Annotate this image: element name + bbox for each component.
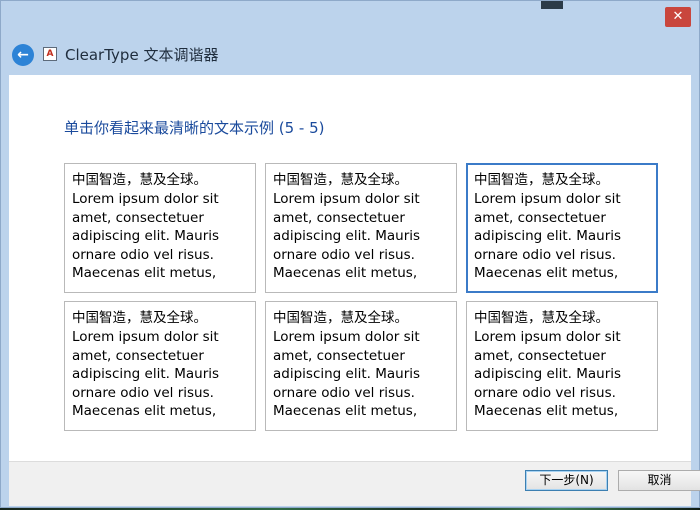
background-window-edge — [541, 1, 563, 9]
cleartype-app-icon: A — [43, 47, 57, 61]
back-button[interactable]: ← — [12, 44, 34, 66]
navigation-bar: ← A ClearType 文本调谐器 — [1, 31, 699, 75]
sample-cjk-text: 中国智造，慧及全球。 — [474, 310, 609, 326]
text-sample-1[interactable]: 中国智造，慧及全球。 Lorem ipsum dolor sit amet, c… — [64, 163, 256, 293]
sample-latin-text: Lorem ipsum dolor sit amet, consectetuer… — [273, 191, 421, 281]
close-icon: ✕ — [672, 9, 684, 24]
sample-cjk-text: 中国智造，慧及全球。 — [72, 310, 207, 326]
text-sample-6[interactable]: 中国智造，慧及全球。 Lorem ipsum dolor sit amet, c… — [466, 301, 658, 431]
sample-latin-text: Lorem ipsum dolor sit amet, consectetuer… — [474, 329, 622, 419]
sample-cjk-text: 中国智造，慧及全球。 — [72, 172, 207, 188]
text-sample-3-selected[interactable]: 中国智造，慧及全球。 Lorem ipsum dolor sit amet, c… — [466, 163, 658, 293]
close-button[interactable]: ✕ — [665, 7, 691, 27]
sample-cjk-text: 中国智造，慧及全球。 — [273, 172, 408, 188]
text-sample-4[interactable]: 中国智造，慧及全球。 Lorem ipsum dolor sit amet, c… — [64, 301, 256, 431]
footer-bar: 下一步(N) 取消 — [9, 461, 700, 506]
cancel-button[interactable]: 取消 — [618, 470, 700, 491]
text-sample-2[interactable]: 中国智造，慧及全球。 Lorem ipsum dolor sit amet, c… — [265, 163, 457, 293]
title-bar[interactable]: ✕ — [1, 1, 699, 31]
sample-latin-text: Lorem ipsum dolor sit amet, consectetuer… — [474, 191, 622, 281]
sample-latin-text: Lorem ipsum dolor sit amet, consectetuer… — [72, 191, 220, 281]
main-content: 单击你看起来最清晰的文本示例 (5 - 5) 中国智造，慧及全球。 Lorem … — [9, 75, 691, 461]
sample-cjk-text: 中国智造，慧及全球。 — [474, 172, 609, 188]
window-title: ClearType 文本调谐器 — [65, 46, 219, 64]
back-arrow-icon: ← — [17, 47, 29, 63]
page-instruction: 单击你看起来最清晰的文本示例 (5 - 5) — [64, 119, 325, 137]
text-sample-5[interactable]: 中国智造，慧及全球。 Lorem ipsum dolor sit amet, c… — [265, 301, 457, 431]
sample-latin-text: Lorem ipsum dolor sit amet, consectetuer… — [273, 329, 421, 419]
sample-cjk-text: 中国智造，慧及全球。 — [273, 310, 408, 326]
cleartype-tuner-window: ✕ ← A ClearType 文本调谐器 单击你看起来最清晰的文本示例 (5 … — [0, 0, 700, 508]
sample-latin-text: Lorem ipsum dolor sit amet, consectetuer… — [72, 329, 220, 419]
next-button[interactable]: 下一步(N) — [525, 470, 608, 491]
